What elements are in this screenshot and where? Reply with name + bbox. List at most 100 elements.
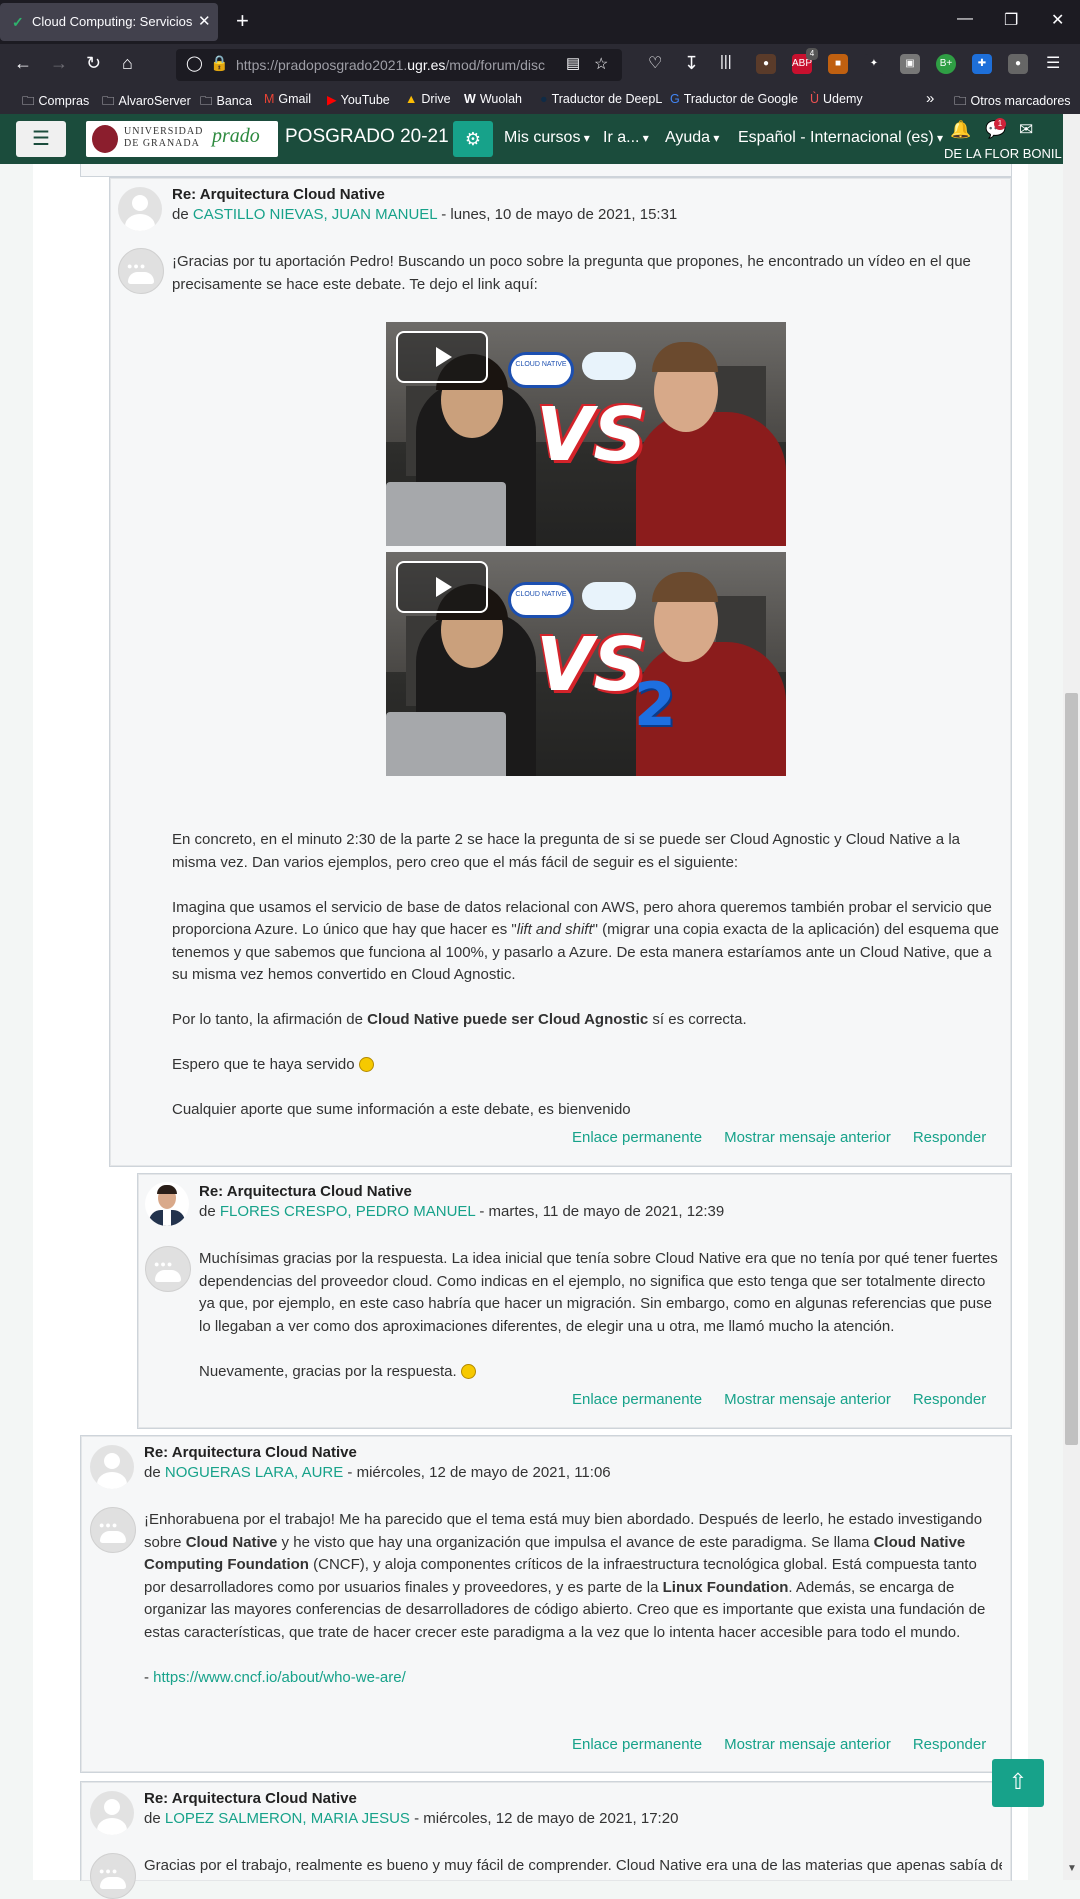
bookmark-alvaroserver[interactable]: 🗀 AlvaroServer [102,92,191,113]
extension-icon[interactable]: B+ [936,54,956,74]
scrollbar-thumb[interactable] [1065,693,1078,1445]
url-text: https://pradoposgrado2021.ugr.es/mod/for… [236,57,545,73]
site-logo[interactable]: UNIVERSIDAD DE GRANADA prado [86,121,278,157]
home-icon[interactable]: ⌂ [122,53,133,74]
bookmark-wuolah[interactable]: W Wuolah [464,92,522,106]
back-icon[interactable]: ← [14,53,32,74]
reply-link[interactable]: Responder [913,1391,986,1408]
previous-post-end [80,164,1012,177]
more-bookmarks-icon[interactable]: » [926,90,934,107]
group-avatar-icon [90,1853,136,1899]
drive-icon: ▲ [405,92,418,106]
new-tab-icon[interactable]: + [236,8,249,34]
menu-language[interactable]: Español - Internacional (es) [738,129,943,147]
bookmark-deepl[interactable]: ● Traductor de DeepL [540,92,662,106]
cloud-native-label: CLOUD NATIVE [508,352,574,388]
bookmark-google-translate[interactable]: G Traductor de Google [670,92,798,106]
bookmark-youtube[interactable]: ▶ YouTube [327,92,390,107]
restore-icon[interactable]: ❐ [1004,10,1018,30]
youtube-icon: ▶ [327,93,337,107]
cncf-link[interactable]: https://www.cncf.io/about/who-we-are/ [153,1669,406,1686]
gmail-icon: M [264,92,275,106]
address-bar[interactable]: ◯ 🔒 https://pradoposgrado2021.ugr.es/mod… [176,49,622,81]
play-button[interactable] [396,561,488,613]
reply-link[interactable]: Responder [913,1736,986,1753]
browser-tab[interactable]: ✓ Cloud Computing: Servicios y A ✕ [0,3,218,41]
post-meta: de FLORES CRESPO, PEDRO MANUEL - martes,… [199,1203,725,1220]
post-meta: de NOGUERAS LARA, AURE - miércoles, 12 d… [144,1464,611,1481]
site-title[interactable]: POSGRADO 20-21 [285,126,449,148]
post-paragraph: ¡Enhorabuena por el trabajo! Me ha parec… [144,1511,986,1641]
play-button[interactable] [396,331,488,383]
reload-icon[interactable]: ↻ [86,53,101,74]
permalink-link[interactable]: Enlace permanente [572,1391,702,1408]
back-to-top-button[interactable]: ⇧ [992,1759,1044,1807]
author-link[interactable]: LOPEZ SALMERON, MARIA JESUS [165,1810,410,1827]
university-name: UNIVERSIDAD DE GRANADA [124,126,204,149]
author-link[interactable]: CASTILLO NIEVAS, JUAN MANUEL [193,206,437,223]
extension-icon[interactable]: ▣ [900,54,920,74]
author-link[interactable]: FLORES CRESPO, PEDRO MANUEL [220,1203,475,1220]
permalink-link[interactable]: Enlace permanente [572,1129,702,1146]
shield-icon[interactable]: ◯ [186,54,203,72]
download-icon[interactable]: ↧ [684,53,699,74]
bookmark-other[interactable]: 🗀 Otros marcadores [954,92,1071,113]
post-paragraph: Nuevamente, gracias por la respuesta. [199,1361,1002,1384]
post-paragraph: - https://www.cncf.io/about/who-we-are/ [144,1668,406,1686]
video-thumbnail[interactable]: CLOUD NATIVE VS 2 [386,552,786,776]
bookmark-udemy[interactable]: Ù Udemy [810,92,863,106]
forward-icon[interactable]: → [50,53,68,74]
deepl-icon: ● [540,92,548,106]
extension-icon[interactable]: ● [756,54,776,74]
avatar[interactable] [145,1182,189,1226]
mail-icon[interactable]: ✉ [1019,120,1033,140]
udemy-icon: Ù [810,92,820,106]
menu-mis-cursos[interactable]: Mis cursos [504,129,590,147]
avatar[interactable] [90,1445,134,1489]
post-actions: Enlace permanente Mostrar mensaje anterio… [550,1391,986,1408]
folder-icon: 🗀 [200,94,213,108]
grin-emoji-icon [460,1363,476,1379]
permalink-link[interactable]: Enlace permanente [572,1736,702,1753]
extension-icon[interactable]: ✦ [864,54,884,74]
reply-link[interactable]: Responder [913,1129,986,1146]
author-link[interactable]: NOGUERAS LARA, AURE [165,1464,343,1481]
google-translate-icon: G [670,92,680,106]
avatar[interactable] [90,1791,134,1835]
settings-gear-icon[interactable]: ⚙ [453,121,493,157]
post-body: Gracias por el trabajo, realmente es bue… [144,1857,1002,1874]
extension-icon[interactable]: ✚ [972,54,992,74]
extension-icon[interactable]: ● [1008,54,1028,74]
bookmark-compras[interactable]: 🗀 Compras [22,92,89,113]
folder-icon: 🗀 [954,94,967,108]
show-parent-link[interactable]: Mostrar mensaje anterior [724,1129,891,1146]
drawer-toggle-button[interactable]: ☰ [16,121,66,157]
pocket-icon[interactable]: ♡ [648,53,662,73]
bookmark-drive[interactable]: ▲ Drive [405,92,451,106]
bell-icon[interactable]: 🔔 [950,120,971,140]
app-menu-icon[interactable]: ☰ [1046,53,1060,73]
cloud-native-label: CLOUD NATIVE [508,582,574,618]
show-parent-link[interactable]: Mostrar mensaje anterior [724,1736,891,1753]
avatar[interactable] [118,187,162,231]
video-thumbnail[interactable]: CLOUD NATIVE VS [386,322,786,546]
vs-label: VS [536,392,647,478]
user-name[interactable]: DE LA FLOR BONIL [944,146,1062,161]
close-tab-icon[interactable]: ✕ [198,12,211,30]
window-close-icon[interactable]: ✕ [1051,10,1064,30]
menu-ayuda[interactable]: Ayuda [665,129,719,147]
bookmark-star-icon[interactable]: ☆ [594,54,608,74]
library-icon[interactable]: ||| [720,53,732,70]
reader-view-icon[interactable]: ▤ [566,54,580,72]
show-parent-link[interactable]: Mostrar mensaje anterior [724,1391,891,1408]
scroll-down-arrow-icon[interactable]: ▼ [1067,1863,1077,1874]
group-avatar-icon [90,1507,136,1553]
minimize-icon[interactable]: — [957,10,973,28]
browser-nav-bar: ← → ↻ ⌂ ◯ 🔒 https://pradoposgrado2021.ug… [0,44,1080,86]
university-seal-icon [92,125,118,153]
bookmark-banca[interactable]: 🗀 Banca [200,92,252,113]
menu-ir-a[interactable]: Ir a... [603,129,649,147]
arrow-up-icon: ⇧ [1008,1769,1028,1794]
bookmark-gmail[interactable]: M Gmail [264,92,311,106]
extension-icon[interactable]: ■ [828,54,848,74]
